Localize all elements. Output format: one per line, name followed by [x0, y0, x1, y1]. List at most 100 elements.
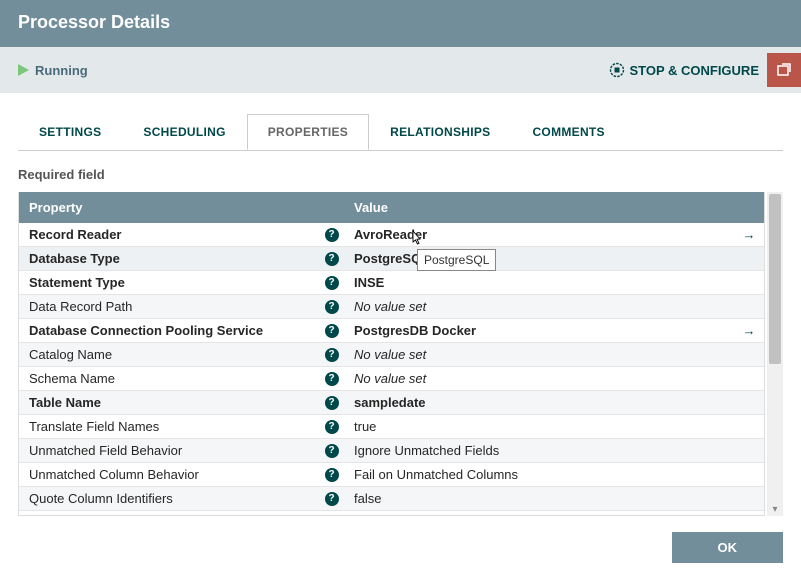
help-icon-cell: ?	[319, 276, 344, 290]
property-row[interactable]: Unmatched Column Behavior? Fail on Unmatc…	[19, 463, 764, 487]
property-name: Unmatched Field Behavior	[19, 443, 319, 458]
tab-properties-label: PROPERTIES	[268, 125, 348, 139]
property-name: Statement Type	[19, 275, 319, 290]
tab-settings[interactable]: SETTINGS	[18, 114, 122, 150]
status-actions: STOP & CONFIGURE	[609, 53, 801, 87]
grid-header: Property Value	[19, 192, 764, 223]
tab-bar: SETTINGS SCHEDULING PROPERTIES RELATIONS…	[18, 113, 801, 150]
property-name: Schema Name	[19, 371, 319, 386]
tab-relationships-label: RELATIONSHIPS	[390, 125, 490, 139]
required-field-label: Required field	[18, 167, 801, 182]
help-icon-cell: ?	[319, 372, 344, 386]
help-icon[interactable]: ?	[325, 300, 339, 314]
external-window-button[interactable]	[767, 53, 801, 87]
run-status-text: Running	[35, 63, 88, 78]
properties-grid: Property Value Record Reader?AvroReader→…	[18, 192, 765, 516]
property-value[interactable]: No value set	[344, 299, 734, 314]
property-row[interactable]: Database Type? PostgreSQL	[19, 247, 764, 271]
dialog-title: Processor Details	[18, 12, 170, 32]
help-icon-cell: ?	[319, 228, 344, 242]
property-row[interactable]: Catalog Name? No value set	[19, 343, 764, 367]
ok-button[interactable]: OK	[672, 532, 784, 563]
tab-properties[interactable]: PROPERTIES	[247, 114, 369, 150]
property-name: Unmatched Column Behavior	[19, 467, 319, 482]
grid-rows: Record Reader?AvroReader→Database Type?P…	[19, 223, 764, 515]
property-value[interactable]: false	[344, 491, 734, 506]
help-icon[interactable]: ?	[325, 276, 339, 290]
help-icon[interactable]: ?	[325, 420, 339, 434]
stop-and-configure-button[interactable]: STOP & CONFIGURE	[609, 62, 759, 78]
property-name: Record Reader	[19, 227, 319, 242]
column-header-property: Property	[19, 192, 344, 223]
property-value[interactable]: PostgreSQL	[344, 251, 734, 266]
dialog-header: Processor Details	[0, 0, 801, 47]
property-row[interactable]: Database Connection Pooling Service? Post…	[19, 319, 764, 343]
property-name: Table Name	[19, 395, 319, 410]
help-icon-cell: ?	[319, 444, 344, 458]
property-value[interactable]: AvroReader	[344, 227, 734, 242]
property-name: Translate Field Names	[19, 419, 319, 434]
processor-details-dialog: Processor Details Running STOP & CONFIGU…	[0, 0, 801, 562]
help-icon-cell: ?	[319, 348, 344, 362]
dialog-footer: OK	[0, 516, 801, 581]
help-icon[interactable]: ?	[325, 444, 339, 458]
gear-stop-icon	[609, 62, 625, 78]
property-name: Catalog Name	[19, 347, 319, 362]
property-row[interactable]: Schema Name? No value set	[19, 367, 764, 391]
help-icon[interactable]: ?	[325, 468, 339, 482]
help-icon-cell: ?	[319, 324, 344, 338]
tab-scheduling[interactable]: SCHEDULING	[122, 114, 246, 150]
run-status: Running	[18, 63, 88, 78]
properties-grid-wrap: Property Value Record Reader?AvroReader→…	[18, 192, 783, 516]
property-row[interactable]: Quote Column Identifiers? false	[19, 487, 764, 511]
tab-relationships[interactable]: RELATIONSHIPS	[369, 114, 511, 150]
help-icon[interactable]: ?	[325, 372, 339, 386]
play-icon	[18, 64, 29, 76]
property-value[interactable]: PostgresDB Docker	[344, 323, 734, 338]
help-icon-cell: ?	[319, 468, 344, 482]
help-icon-cell: ?	[319, 420, 344, 434]
property-row[interactable]: Translate Field Names? true	[19, 415, 764, 439]
help-icon-cell: ?	[319, 300, 344, 314]
status-bar: Running STOP & CONFIGURE	[0, 47, 801, 93]
go-to-service-arrow[interactable]: →	[734, 227, 764, 242]
tab-scheduling-label: SCHEDULING	[143, 125, 225, 139]
property-row[interactable]: Record Reader? AvroReader→	[19, 223, 764, 247]
help-icon[interactable]: ?	[325, 492, 339, 506]
property-value[interactable]: No value set	[344, 371, 734, 386]
scroll-thumb[interactable]	[769, 194, 781, 364]
property-name: Database Connection Pooling Service	[19, 323, 319, 338]
property-value[interactable]: sampledate	[344, 395, 734, 410]
vertical-scrollbar[interactable]: ▾	[767, 192, 783, 516]
scroll-down-arrow[interactable]: ▾	[767, 502, 783, 516]
property-name: Quote Column Identifiers	[19, 491, 319, 506]
help-icon-cell: ?	[319, 396, 344, 410]
property-value[interactable]: true	[344, 419, 734, 434]
help-icon-cell: ?	[319, 492, 344, 506]
help-icon[interactable]: ?	[325, 252, 339, 266]
property-value[interactable]: Ignore Unmatched Fields	[344, 443, 734, 458]
column-header-value: Value	[344, 192, 764, 223]
property-name: Data Record Path	[19, 299, 319, 314]
property-row[interactable]: Table Name? sampledate	[19, 391, 764, 415]
tab-comments-label: COMMENTS	[532, 125, 604, 139]
ok-button-label: OK	[718, 540, 738, 555]
property-row[interactable]: Data Record Path? No value set	[19, 295, 764, 319]
go-to-service-arrow[interactable]: →	[734, 323, 764, 338]
property-name: Database Type	[19, 251, 319, 266]
property-row[interactable]: Statement Type? INSE	[19, 271, 764, 295]
external-icon	[776, 62, 792, 78]
tab-settings-label: SETTINGS	[39, 125, 101, 139]
property-row[interactable]: Unmatched Field Behavior? Ignore Unmatche…	[19, 439, 764, 463]
help-icon[interactable]: ?	[325, 348, 339, 362]
tab-comments[interactable]: COMMENTS	[511, 114, 625, 150]
help-icon[interactable]: ?	[325, 396, 339, 410]
help-icon[interactable]: ?	[325, 324, 339, 338]
stop-configure-label: STOP & CONFIGURE	[629, 63, 759, 78]
property-value[interactable]: No value set	[344, 347, 734, 362]
help-icon-cell: ?	[319, 252, 344, 266]
property-value[interactable]: Fail on Unmatched Columns	[344, 467, 734, 482]
help-icon[interactable]: ?	[325, 228, 339, 242]
property-value[interactable]: INSE	[344, 275, 734, 290]
tab-underline	[18, 150, 783, 151]
